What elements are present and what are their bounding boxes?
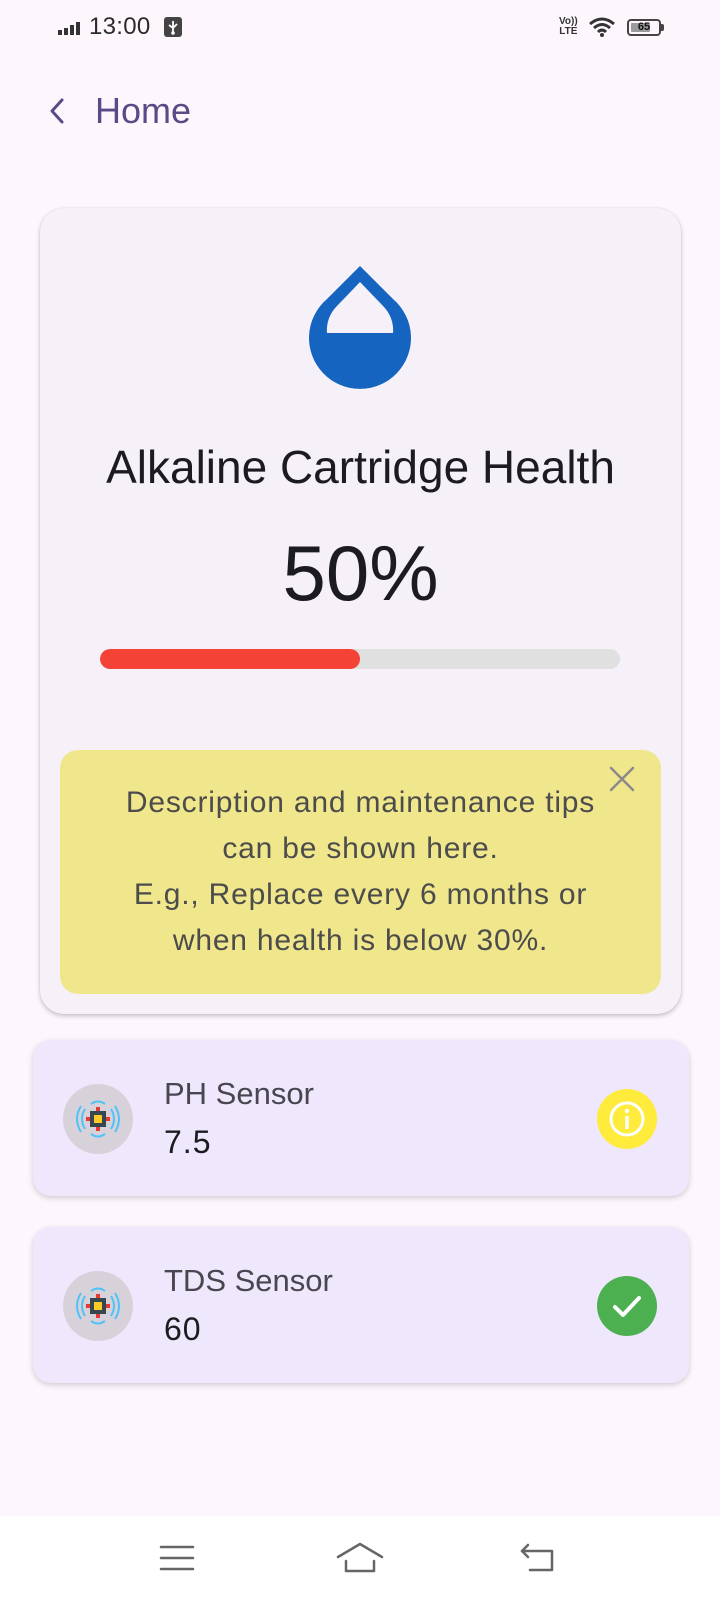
signal-icon xyxy=(58,22,80,35)
tips-line: when health is below 30%. xyxy=(172,924,549,957)
health-percentage: 50% xyxy=(282,529,439,617)
menu-icon xyxy=(159,1545,195,1571)
home-icon xyxy=(336,1542,384,1573)
volte-label-bottom: LTE xyxy=(559,26,578,37)
chevron-left-icon xyxy=(50,98,64,124)
card-title: Alkaline Cartridge Health xyxy=(106,441,615,493)
sensor-name: TDS Sensor xyxy=(164,1263,333,1298)
sensor-chip-icon xyxy=(76,1287,120,1325)
sensor-name: PH Sensor xyxy=(164,1076,314,1111)
nav-home-button[interactable] xyxy=(330,1536,390,1580)
back-icon xyxy=(520,1543,554,1572)
sensor-avatar xyxy=(63,1271,133,1341)
app-bar: Home xyxy=(0,70,720,154)
status-bar: 13:00 Vo)) LTE 65 xyxy=(0,0,720,58)
cartridge-health-card: Alkaline Cartridge Health 50% Descriptio… xyxy=(40,208,681,1014)
battery-icon: 65 xyxy=(627,19,661,36)
tips-line: Description and maintenance tips xyxy=(125,786,596,819)
ok-status-button[interactable] xyxy=(597,1276,657,1336)
back-button[interactable] xyxy=(28,82,86,140)
wifi-icon xyxy=(589,17,615,37)
close-icon xyxy=(609,766,635,792)
health-progress-bar xyxy=(100,649,620,669)
check-icon xyxy=(613,1296,641,1317)
water-drop-icon xyxy=(309,266,411,389)
status-time: 13:00 xyxy=(89,13,151,40)
close-tips-button[interactable] xyxy=(603,760,641,798)
battery-tip xyxy=(661,24,664,31)
tips-line: can be shown here. xyxy=(222,832,499,865)
info-icon xyxy=(609,1101,645,1137)
nav-back-button[interactable] xyxy=(508,1536,568,1580)
battery-level: 65 xyxy=(637,21,651,33)
sensor-chip-icon xyxy=(76,1100,120,1138)
tips-text: Description and maintenance tips can be … xyxy=(90,780,631,964)
tds-sensor-card[interactable]: TDS Sensor 60 xyxy=(33,1227,689,1383)
tips-box: Description and maintenance tips can be … xyxy=(60,750,661,994)
volte-icon: Vo)) LTE xyxy=(559,17,578,37)
usb-debug-icon xyxy=(164,17,182,37)
sensor-value: 7.5 xyxy=(164,1124,212,1160)
health-progress-fill xyxy=(100,649,360,669)
nav-menu-button[interactable] xyxy=(147,1536,207,1580)
ph-sensor-card[interactable]: PH Sensor 7.5 xyxy=(33,1040,689,1196)
page-title: Home xyxy=(95,90,192,131)
tips-line: E.g., Replace every 6 months or xyxy=(133,878,588,911)
info-status-button[interactable] xyxy=(597,1089,657,1149)
sensor-avatar xyxy=(63,1084,133,1154)
system-nav-bar xyxy=(0,1516,720,1600)
sensor-value: 60 xyxy=(164,1311,202,1347)
